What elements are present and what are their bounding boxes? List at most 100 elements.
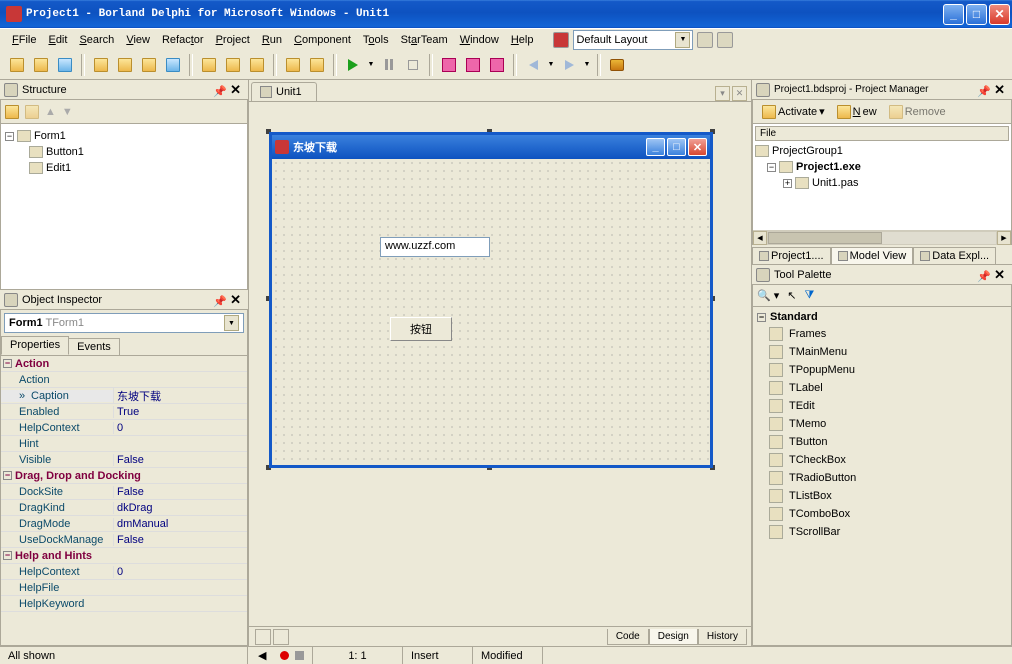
record-prev-button[interactable]: ◀ (258, 649, 272, 663)
remove-button[interactable] (138, 54, 160, 76)
tab-close-button[interactable]: ✕ (732, 86, 747, 101)
property-category[interactable]: −Action (1, 358, 49, 370)
new-items-button[interactable] (6, 54, 28, 76)
menu-file[interactable]: FFileFile (6, 32, 42, 48)
close-icon[interactable]: ✕ (227, 292, 244, 308)
category-button[interactable]: 🔍 ▾ (757, 289, 779, 302)
property-category[interactable]: −Help and Hints (1, 550, 92, 562)
toggle-button[interactable] (246, 54, 268, 76)
tab-data-explorer[interactable]: Data Expl... (913, 247, 996, 264)
record-stop-icon[interactable] (295, 651, 304, 660)
palette-item[interactable]: TMemo (755, 415, 1009, 433)
component-selector[interactable]: Form1 TForm1 ▼ (4, 313, 244, 333)
property-name[interactable]: HelpKeyword (1, 598, 113, 610)
property-name[interactable]: DragKind (1, 502, 113, 514)
stop-button[interactable] (402, 54, 424, 76)
property-name[interactable]: »Caption (1, 390, 113, 402)
down-icon[interactable]: ▼ (62, 106, 73, 118)
palette-category[interactable]: − Standard (755, 309, 1009, 325)
menu-window[interactable]: Window (454, 32, 505, 48)
folder-icon[interactable] (5, 105, 19, 119)
expand-icon[interactable]: + (783, 179, 792, 188)
run-to-cursor-button[interactable] (486, 54, 508, 76)
structure-tree[interactable]: − Form1 Button1 Edit1 (1, 124, 247, 289)
property-name[interactable]: Visible (1, 454, 113, 466)
palette-item[interactable]: TScrollBar (755, 523, 1009, 541)
property-value[interactable]: False (113, 454, 247, 466)
save-button[interactable] (54, 54, 76, 76)
filter-button[interactable]: ⧩ (805, 289, 815, 302)
save-layout-button[interactable] (697, 32, 713, 48)
pin-icon[interactable]: 📌 (213, 85, 223, 95)
back-dropdown[interactable]: ▼ (546, 54, 556, 76)
menu-view[interactable]: View (120, 32, 156, 48)
palette-item[interactable]: TPopupMenu (755, 361, 1009, 379)
menu-component[interactable]: Component (288, 32, 357, 48)
menu-run[interactable]: Run (256, 32, 288, 48)
forward-dropdown[interactable]: ▼ (582, 54, 592, 76)
run-dropdown-button[interactable]: ▼ (366, 54, 376, 76)
help-button[interactable] (606, 54, 628, 76)
window-minimize-button[interactable]: _ (943, 4, 964, 25)
form-minimize-button[interactable]: _ (646, 138, 665, 156)
new-unit-button[interactable] (306, 54, 328, 76)
scroll-thumb[interactable] (768, 232, 882, 244)
activate-button[interactable]: Activate ▾ (757, 102, 830, 122)
property-name[interactable]: Hint (1, 438, 113, 450)
palette-item[interactable]: TButton (755, 433, 1009, 451)
nav-button[interactable] (255, 629, 271, 645)
property-name[interactable]: UseDockManage (1, 534, 113, 546)
tab-design[interactable]: Design (649, 629, 698, 645)
remove-button[interactable]: Remove (884, 102, 951, 122)
run-button[interactable] (342, 54, 364, 76)
tree-node-project[interactable]: − Project1.exe (755, 159, 1009, 175)
tab-events[interactable]: Events (68, 338, 120, 355)
menu-project[interactable]: Project (210, 32, 256, 48)
form-maximize-button[interactable]: □ (667, 138, 686, 156)
property-value[interactable]: 0 (113, 566, 247, 578)
property-value[interactable]: False (113, 486, 247, 498)
open-button[interactable] (30, 54, 52, 76)
new-button[interactable]: New (832, 102, 882, 122)
scroll-left-button[interactable]: ◀ (753, 231, 767, 245)
menu-tools[interactable]: Tools (357, 32, 395, 48)
palette-item[interactable]: TEdit (755, 397, 1009, 415)
design-form[interactable]: 东坡下载 _ □ ✕ www.uzzf.com 按钮 (269, 132, 713, 468)
tab-history[interactable]: History (698, 629, 747, 645)
tab-model-view[interactable]: Model View (831, 247, 914, 264)
property-name[interactable]: HelpFile (1, 582, 113, 594)
pm-hscroll[interactable]: ◀ ▶ (753, 230, 1011, 244)
property-grid[interactable]: −ActionAction»Caption东坡下载EnabledTrueHelp… (1, 356, 247, 645)
property-name[interactable]: DragMode (1, 518, 113, 530)
view-form-button[interactable] (222, 54, 244, 76)
step-over-button[interactable] (462, 54, 484, 76)
palette-item[interactable]: TRadioButton (755, 469, 1009, 487)
property-name[interactable]: HelpContext (1, 422, 113, 434)
view-unit-button[interactable] (198, 54, 220, 76)
folder-icon[interactable] (25, 105, 39, 119)
tab-menu-button[interactable]: ▾ (715, 86, 730, 101)
form-close-button[interactable]: ✕ (688, 138, 707, 156)
add-button[interactable] (114, 54, 136, 76)
delete-layout-button[interactable] (717, 32, 733, 48)
tab-project[interactable]: Project1.... (752, 247, 831, 264)
tab-unit1[interactable]: Unit1 (251, 82, 317, 101)
layout-select[interactable]: Default Layout ▼ (573, 30, 693, 50)
collapse-icon[interactable]: − (5, 132, 14, 141)
property-value[interactable]: 东坡下载 (113, 388, 247, 404)
palette-item[interactable]: TComboBox (755, 505, 1009, 523)
window-maximize-button[interactable]: □ (966, 4, 987, 25)
palette-item[interactable]: TMainMenu (755, 343, 1009, 361)
new-form-button[interactable] (282, 54, 304, 76)
scroll-right-button[interactable]: ▶ (997, 231, 1011, 245)
property-value[interactable]: False (113, 534, 247, 546)
pin-icon[interactable]: 📌 (977, 270, 987, 280)
menu-refactor[interactable]: Refactor (156, 32, 210, 48)
open-project-button[interactable] (90, 54, 112, 76)
collapse-icon[interactable]: − (757, 313, 766, 322)
form-client-area[interactable]: www.uzzf.com 按钮 (272, 159, 710, 465)
up-icon[interactable]: ▲ (45, 106, 56, 118)
menu-search[interactable]: Search (73, 32, 120, 48)
button1-control[interactable]: 按钮 (390, 317, 452, 341)
forward-button[interactable] (558, 54, 580, 76)
